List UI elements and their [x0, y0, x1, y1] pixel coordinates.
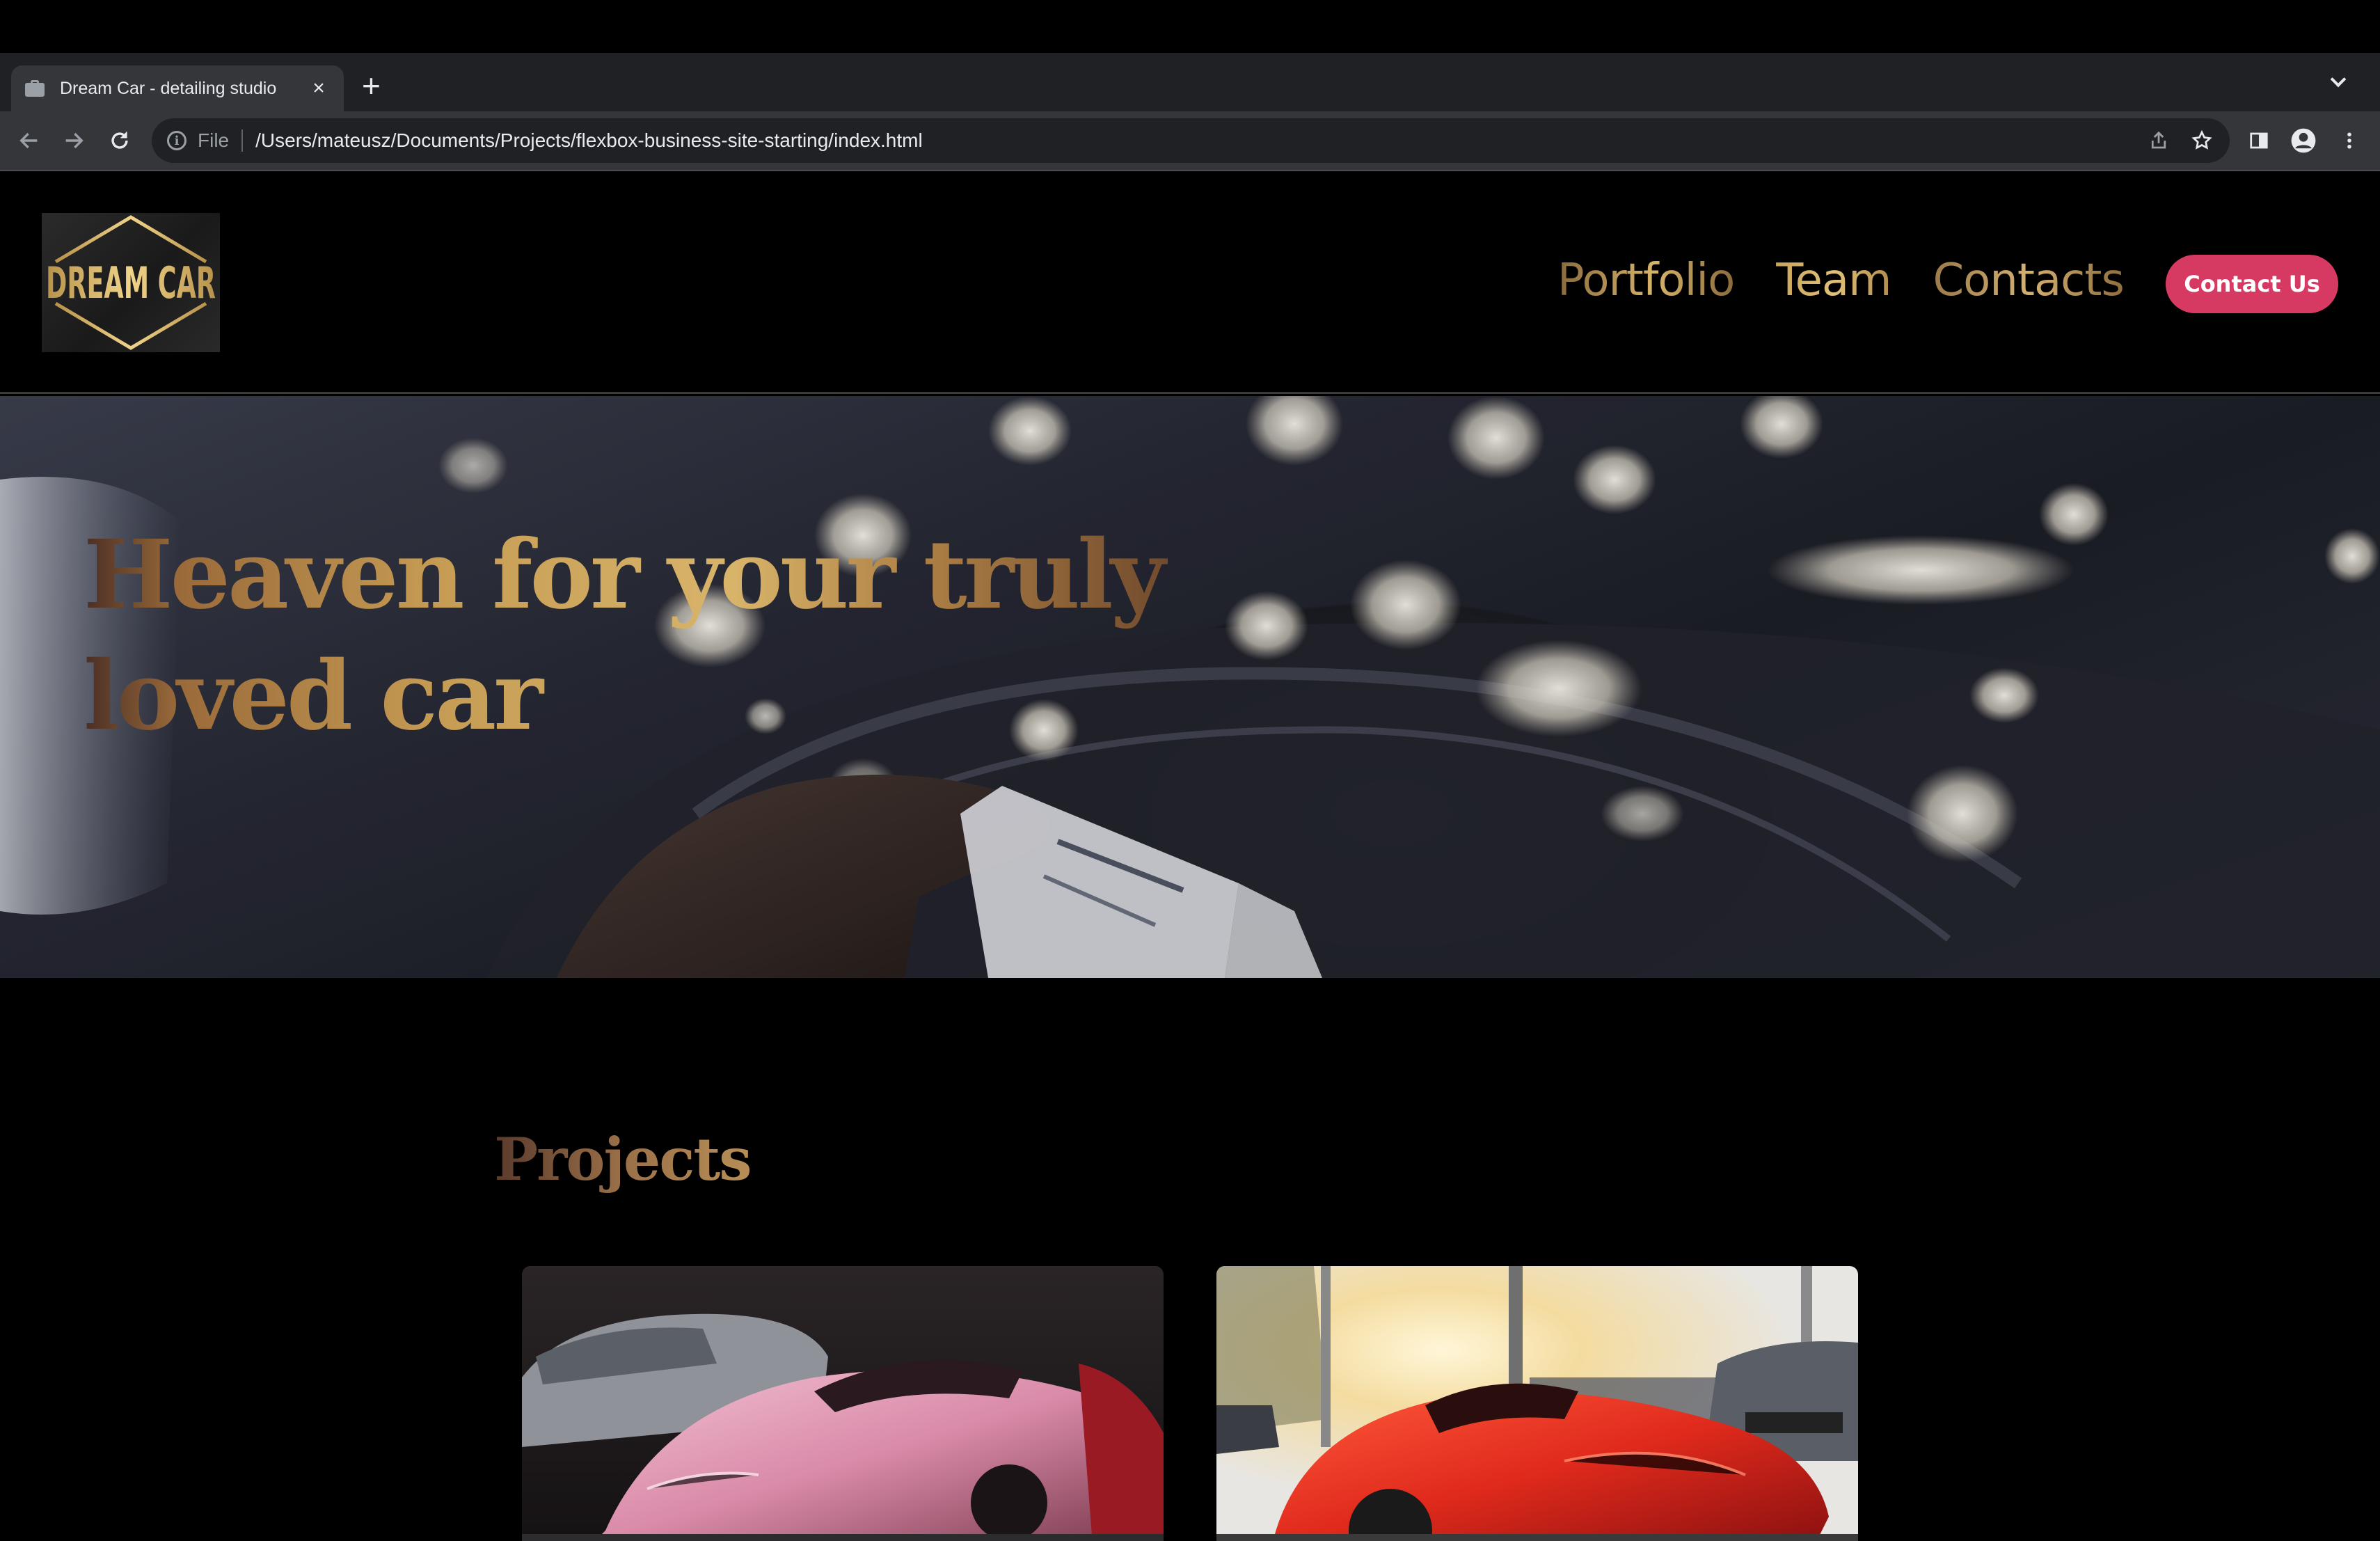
main-nav: Portfolio Team Contacts: [1557, 255, 2166, 306]
hero-title: Heaven for your truly loved car: [84, 514, 1267, 757]
close-tab-icon[interactable]: ×: [306, 77, 331, 100]
project-image-red-ferrari: [1216, 1266, 1858, 1541]
tab-title: Dream Car - detailing studio: [60, 78, 277, 98]
project-card-pink-lamborghini[interactable]: [522, 1266, 1164, 1541]
site-header: DREAM CAR Portfolio Team Contacts Contac…: [0, 171, 2380, 394]
side-panel-icon[interactable]: [2241, 123, 2277, 159]
project-image-pink-lamborghini: [522, 1266, 1164, 1541]
info-icon[interactable]: i: [167, 131, 187, 150]
profile-icon[interactable]: [2285, 123, 2322, 159]
address-bar[interactable]: i File /Users/mateusz/Documents/Projects…: [152, 118, 2230, 163]
web-page: DREAM CAR Portfolio Team Contacts Contac…: [0, 171, 2380, 1541]
url-separator: [241, 129, 244, 152]
os-menu-bar: [0, 0, 2380, 53]
briefcase-icon: [24, 79, 46, 98]
browser-tab-active[interactable]: Dream Car - detailing studio ×: [11, 65, 344, 111]
nav-team-link[interactable]: Team: [1776, 255, 1891, 306]
browser-tab-strip: Dream Car - detailing studio ×: [0, 53, 2380, 111]
hero-section: Heaven for your truly loved car: [0, 396, 2380, 978]
tab-search-chevron-icon[interactable]: [2324, 70, 2352, 97]
reload-icon[interactable]: [102, 123, 138, 159]
svg-text:DREAM CAR: DREAM CAR: [46, 258, 216, 308]
project-card-red-ferrari[interactable]: [1216, 1266, 1858, 1541]
nav-portfolio-link[interactable]: Portfolio: [1557, 255, 1735, 306]
dream-car-logo[interactable]: DREAM CAR: [42, 213, 220, 352]
browser-toolbar: i File /Users/mateusz/Documents/Projects…: [0, 111, 2380, 170]
new-tab-button[interactable]: +: [362, 70, 381, 102]
url-text[interactable]: /Users/mateusz/Documents/Projects/flexbo…: [255, 129, 923, 152]
projects-heading: Projects: [494, 1125, 752, 1194]
forward-icon[interactable]: [56, 123, 92, 159]
menu-kebab-icon[interactable]: [2331, 123, 2367, 159]
back-icon[interactable]: [11, 123, 47, 159]
nav-contacts-link[interactable]: Contacts: [1933, 255, 2124, 306]
share-icon[interactable]: [2142, 124, 2175, 157]
url-scheme: File: [198, 129, 230, 151]
contact-us-button[interactable]: Contact Us: [2166, 255, 2338, 313]
bookmark-star-icon[interactable]: [2185, 124, 2219, 157]
